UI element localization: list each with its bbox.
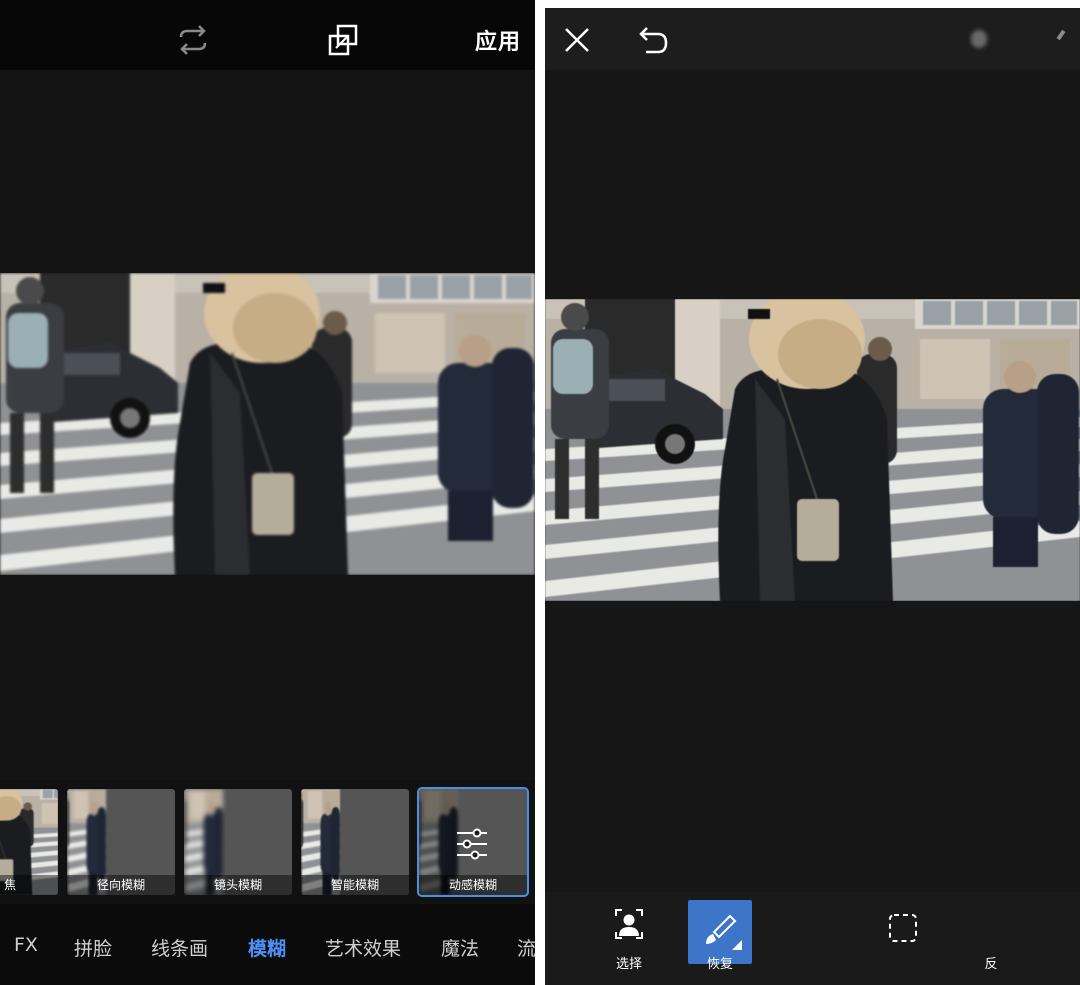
person-select-icon <box>614 908 644 944</box>
right-canvas <box>545 70 1080 892</box>
left-top-toolbar: 应用 <box>0 0 535 70</box>
faded-check-icon[interactable] <box>1056 29 1066 41</box>
effect-thumb-smart-blur[interactable]: 智能模糊 <box>301 789 409 895</box>
effect-thumb-label: 智能模糊 <box>301 875 409 895</box>
sliders-icon[interactable] <box>455 827 489 865</box>
brush-icon <box>702 912 742 956</box>
effect-thumb-radial-blur[interactable]: 径向模糊 <box>67 789 175 895</box>
category-blur[interactable]: 模糊 <box>248 934 286 961</box>
effect-thumb-lens-blur[interactable]: 镜头模糊 <box>184 789 292 895</box>
effect-thumb-0[interactable]: 焦 <box>0 789 58 895</box>
tool-label: 恢复 <box>706 957 733 972</box>
tool-select[interactable]: 选择 <box>597 902 661 974</box>
effect-thumb-motion-blur[interactable]: 动感模糊 <box>417 787 529 897</box>
tool-label: 反 <box>984 957 998 972</box>
undo-icon[interactable] <box>631 22 671 58</box>
tool-3[interactable] <box>871 902 935 974</box>
effect-thumb-label: 镜头模糊 <box>184 875 292 895</box>
compare-icon[interactable] <box>322 20 364 60</box>
apply-button[interactable]: 应用 <box>475 24 521 56</box>
faded-icon[interactable] <box>971 30 987 48</box>
mask-tool-bar: 选择 恢复 反 <box>545 892 1080 985</box>
category-fx[interactable]: FX <box>14 934 38 956</box>
category-flow[interactable]: 流 <box>517 934 535 961</box>
tool-label: 选择 <box>615 957 642 972</box>
left-photo <box>0 273 535 575</box>
close-icon[interactable] <box>559 22 595 58</box>
right-photo <box>545 299 1080 601</box>
right-top-toolbar <box>545 8 1080 70</box>
effect-category-bar: FX 拼脸 线条画 模糊 艺术效果 魔法 流 <box>0 904 535 985</box>
left-canvas <box>0 70 535 780</box>
effect-thumb-label: 焦 <box>0 875 58 895</box>
effect-thumb-label: 径向模糊 <box>67 875 175 895</box>
category-line-drawing[interactable]: 线条画 <box>151 934 208 961</box>
right-editor-panel: 选择 恢复 反 <box>545 8 1080 985</box>
dashed-square-icon <box>887 912 919 948</box>
tool-2[interactable] <box>783 902 847 974</box>
category-magic[interactable]: 魔法 <box>441 934 479 961</box>
tool-invert[interactable]: 反 <box>959 902 1023 974</box>
tool-restore[interactable]: 恢复 <box>688 900 752 974</box>
category-face-swap[interactable]: 拼脸 <box>74 934 112 961</box>
effect-thumbnail-strip: 焦 径向模糊 镜头模糊 智能模糊 动感模糊 <box>0 780 535 904</box>
category-artistic[interactable]: 艺术效果 <box>325 934 401 961</box>
effect-thumb-label: 动感模糊 <box>419 875 527 895</box>
repeat-icon[interactable] <box>172 20 214 60</box>
left-editor-panel: 应用 焦 径向模糊 镜头模糊 智能模糊 动感模糊 FX 拼脸 线条画 模糊 艺术… <box>0 0 535 985</box>
